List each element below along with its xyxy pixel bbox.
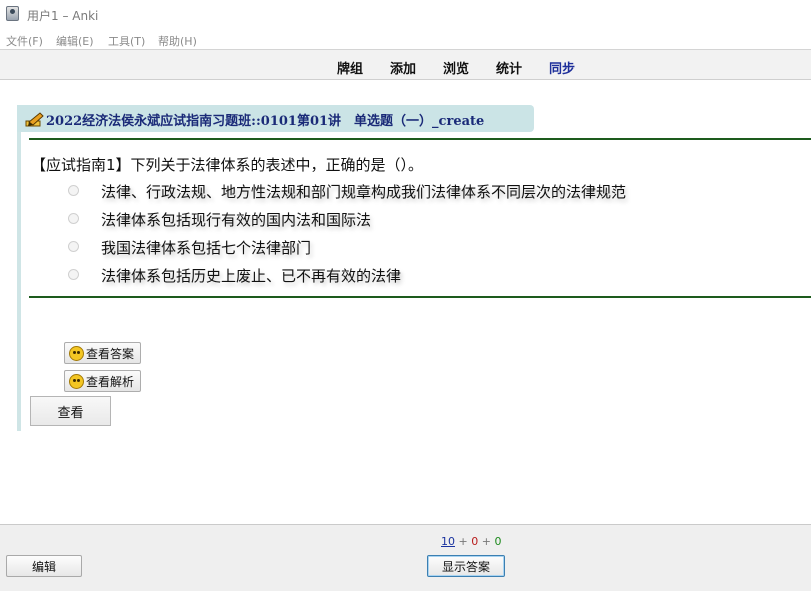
new-count: 10	[441, 535, 455, 548]
menu-tools[interactable]: 工具(T)	[108, 33, 145, 49]
view-analysis-label: 查看解析	[86, 374, 135, 389]
view-answer-button[interactable]: 查看答案	[64, 342, 142, 364]
option-a-text: 法律、行政法规、地方性法规和部门规章构成我们法律体系不同层次的法律规范	[101, 183, 627, 201]
view-answer-label: 查看答案	[86, 346, 135, 361]
menu-bar: 文件(F) 编辑(E) 工具(T) 帮助(H)	[0, 30, 811, 48]
toolbar-sync-link[interactable]: 同步	[549, 58, 575, 77]
option-b-radio[interactable]	[68, 213, 79, 224]
card-left-rail	[17, 105, 21, 431]
main-toolbar: 牌组 添加 浏览 统计 同步	[0, 49, 811, 80]
review-bottom-bar: 10 + 0 + 0 编辑 显示答案	[0, 524, 811, 591]
edit-button[interactable]: 编辑	[6, 555, 82, 577]
view-analysis-button[interactable]: 查看解析	[64, 370, 142, 392]
menu-help[interactable]: 帮助(H)	[158, 33, 197, 49]
menu-edit[interactable]: 编辑(E)	[56, 33, 94, 49]
view-button[interactable]: 查看	[30, 396, 111, 426]
pencil-icon	[25, 112, 44, 127]
thinking-face-icon	[69, 373, 84, 389]
window-title: 用户1 – Anki	[27, 9, 99, 23]
option-b[interactable]: 法律体系包括现行有效的国内法和国际法	[68, 209, 768, 231]
title-bar: 用户1 – Anki	[0, 0, 811, 28]
review-count: 0	[494, 535, 502, 548]
option-c[interactable]: 我国法律体系包括七个法律部门	[68, 237, 768, 259]
option-b-text: 法律体系包括现行有效的国内法和国际法	[101, 211, 372, 229]
top-divider	[29, 138, 811, 140]
option-c-text: 我国法律体系包括七个法律部门	[101, 239, 312, 257]
due-counts: 10 + 0 + 0	[441, 535, 501, 548]
option-c-radio[interactable]	[68, 241, 79, 252]
option-a-radio[interactable]	[68, 185, 79, 196]
card-webview: 2022经济法侯永斌应试指南习题班::0101第01讲 单选题（一）_creat…	[0, 81, 811, 524]
show-answer-button[interactable]: 显示答案	[427, 555, 505, 577]
option-d-text: 法律体系包括历史上废止、已不再有效的法律	[101, 267, 402, 285]
deck-title: 2022经济法侯永斌应试指南习题班::0101第01讲 单选题（一）_creat…	[46, 114, 485, 129]
deck-header: 2022经济法侯永斌应试指南习题班::0101第01讲 单选题（一）_creat…	[17, 105, 534, 132]
toolbar-add-link[interactable]: 添加	[390, 58, 416, 77]
bottom-divider	[29, 296, 811, 298]
option-a[interactable]: 法律、行政法规、地方性法规和部门规章构成我们法律体系不同层次的法律规范	[68, 181, 768, 203]
toolbar-stats-link[interactable]: 统计	[496, 58, 522, 77]
count-separator: +	[481, 535, 491, 548]
count-separator: +	[458, 535, 468, 548]
menu-file[interactable]: 文件(F)	[6, 33, 43, 49]
option-d-radio[interactable]	[68, 269, 79, 280]
anki-app-icon	[6, 6, 19, 21]
learn-count: 0	[471, 535, 479, 548]
option-d[interactable]: 法律体系包括历史上废止、已不再有效的法律	[68, 265, 768, 287]
toolbar-browse-link[interactable]: 浏览	[443, 58, 469, 77]
smiley-icon	[69, 345, 84, 361]
question-text: 【应试指南1】下列关于法律体系的表述中，正确的是（）。	[31, 156, 424, 174]
toolbar-decks-link[interactable]: 牌组	[337, 58, 363, 77]
